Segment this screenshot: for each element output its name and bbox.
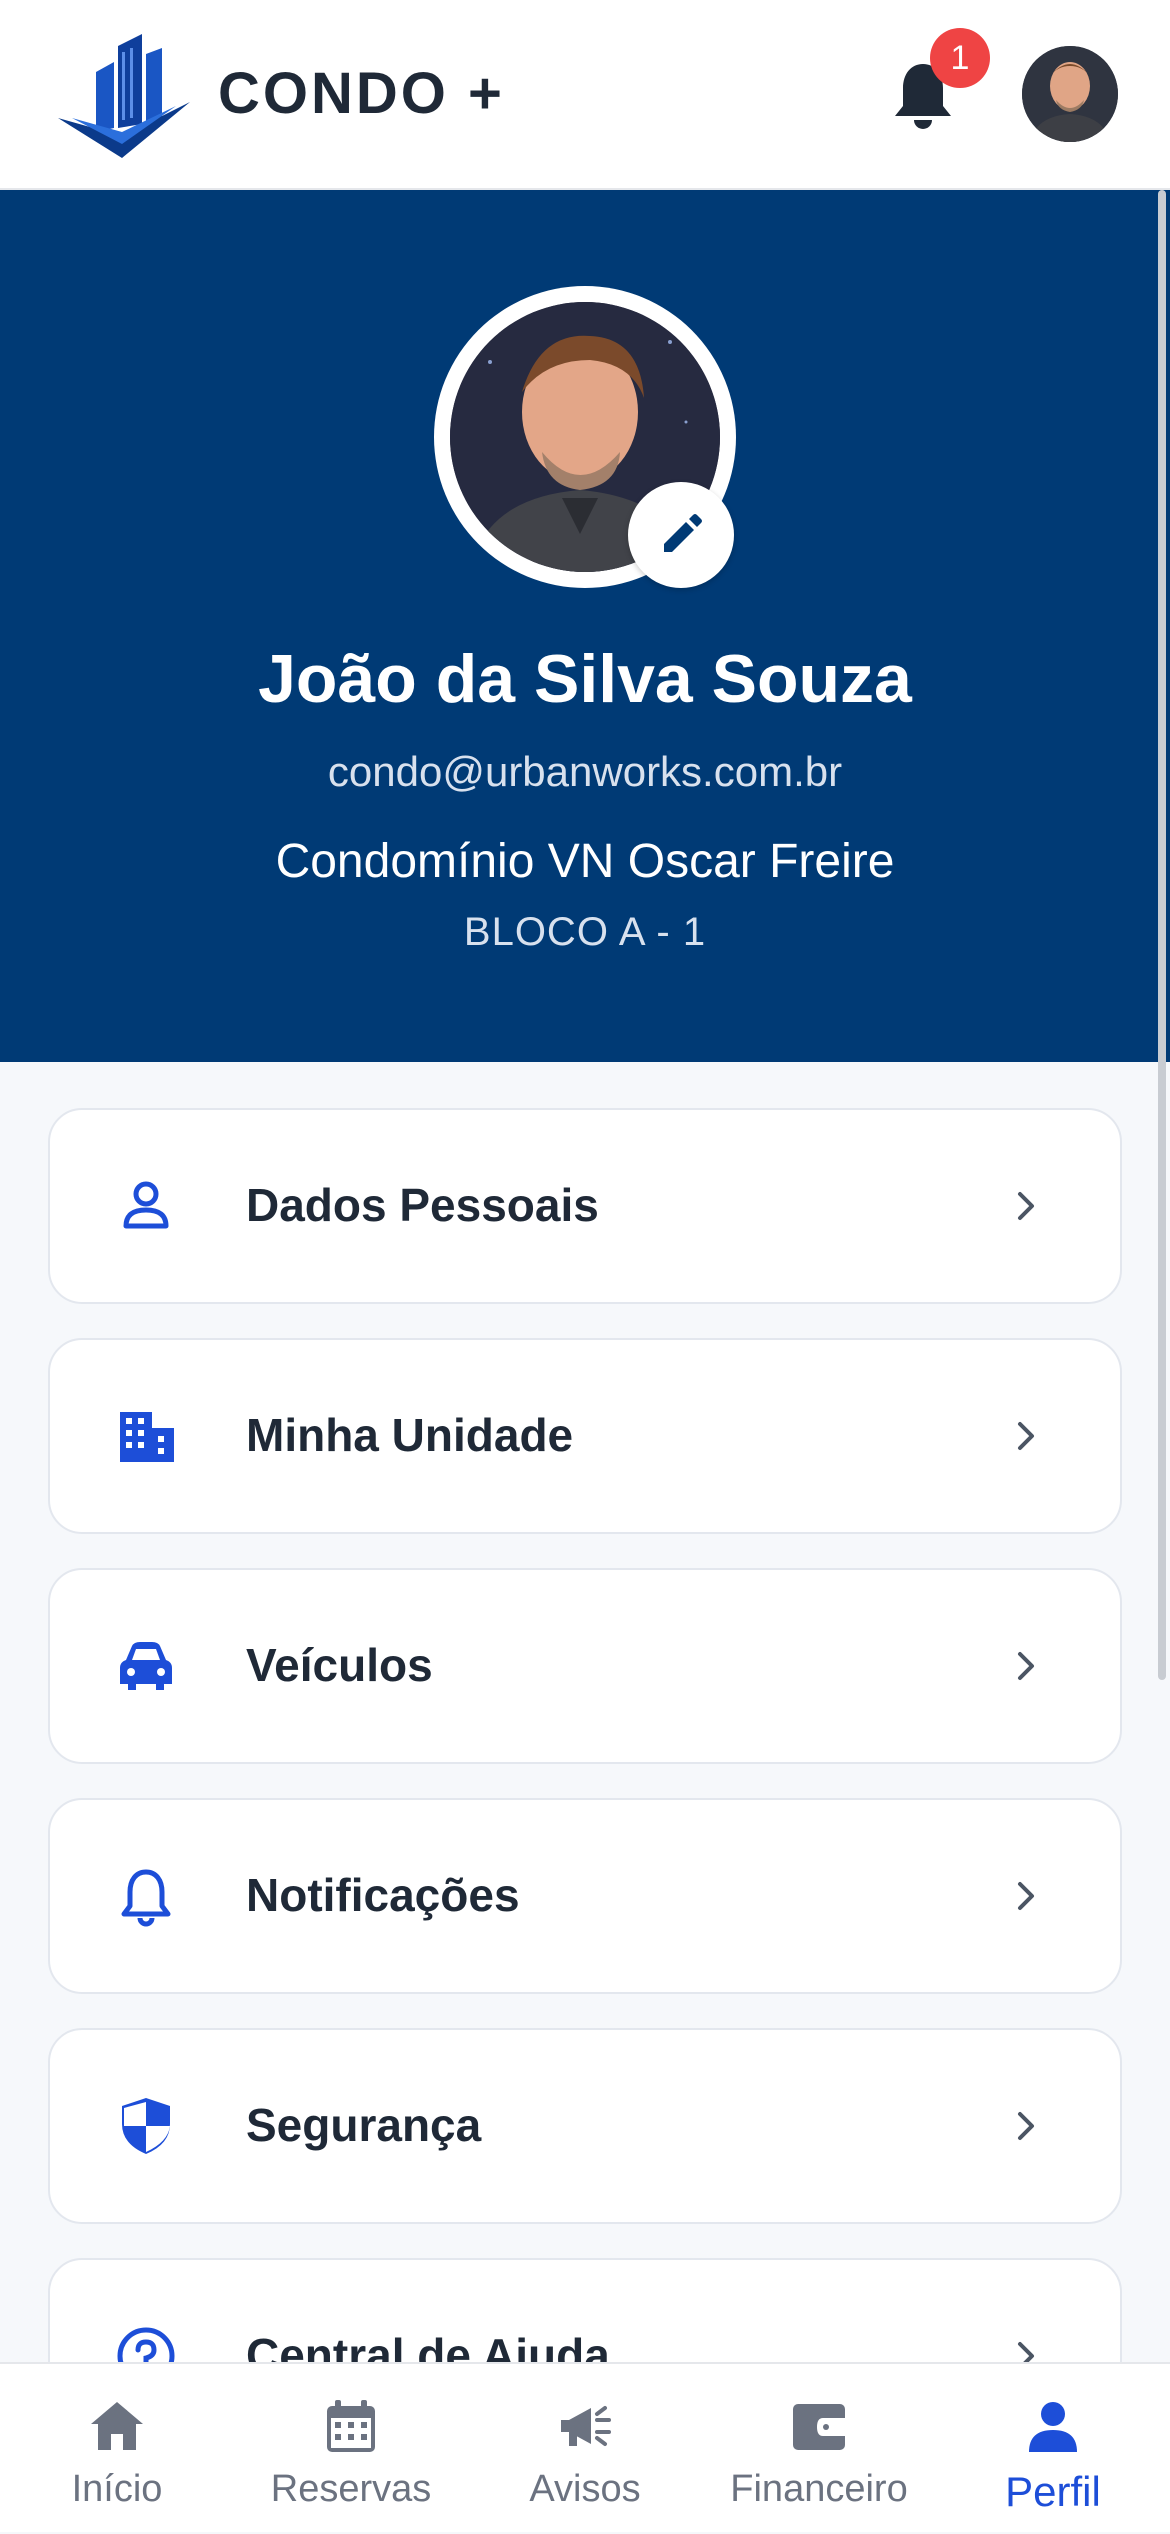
nav-item-avisos[interactable]: Avisos — [468, 2364, 702, 2534]
nav-item-perfil[interactable]: Perfil — [936, 2364, 1170, 2534]
top-bar: CONDO + 1 — [0, 0, 1170, 190]
nav-item-inicio[interactable]: Início — [0, 2364, 234, 2534]
menu-item-label: Dados Pessoais — [246, 1179, 599, 1231]
profile-condominium: Condomínio VN Oscar Freire — [275, 835, 895, 888]
chevron-right-icon — [1018, 1422, 1034, 1450]
bell-icon — [121, 1869, 171, 1927]
user-icon — [1029, 2402, 1077, 2452]
wallet-icon — [793, 2404, 845, 2450]
profile-unit: BLOCO A - 1 — [463, 910, 707, 954]
chevron-right-icon — [1018, 2112, 1034, 2140]
brand-title: CONDO + — [218, 61, 505, 126]
nav-label: Financeiro — [730, 2468, 908, 2510]
nav-item-reservas[interactable]: Reservas — [234, 2364, 468, 2534]
nav-label: Reservas — [270, 2468, 432, 2510]
scrollbar[interactable] — [1158, 190, 1166, 1680]
menu-item-label: Segurança — [246, 2099, 482, 2151]
calendar-icon — [327, 2400, 375, 2452]
menu-item-seguranca[interactable]: Segurança — [48, 2028, 1122, 2224]
menu-item-dados-pessoais[interactable]: Dados Pessoais — [48, 1108, 1122, 1304]
nav-label: Perfil — [1005, 2468, 1101, 2515]
profile-email: condo@urbanworks.com.br — [327, 748, 843, 795]
condo-logo-icon — [58, 34, 190, 158]
menu-item-minha-unidade[interactable]: Minha Unidade — [48, 1338, 1122, 1534]
bottom-navigation: Início Reservas Avisos Financeiro Perfil — [0, 2362, 1170, 2532]
avatar-photo-icon — [1022, 46, 1118, 142]
chevron-right-icon — [1018, 1882, 1034, 1910]
home-icon — [91, 2402, 143, 2450]
person-icon — [123, 1181, 169, 1229]
car-icon — [120, 1642, 172, 1690]
notification-badge: 1 — [930, 28, 990, 88]
shield-icon — [122, 2098, 170, 2154]
menu-item-notificacoes[interactable]: Notificações — [48, 1798, 1122, 1994]
building-icon — [120, 1412, 174, 1462]
edit-photo-button[interactable] — [628, 482, 734, 588]
megaphone-icon — [561, 2406, 611, 2446]
chevron-right-icon — [1018, 1192, 1034, 1220]
nav-item-financeiro[interactable]: Financeiro — [702, 2364, 936, 2534]
menu-item-veiculos[interactable]: Veículos — [48, 1568, 1122, 1764]
nav-label: Início — [71, 2468, 163, 2510]
menu-item-label: Minha Unidade — [246, 1409, 574, 1461]
user-avatar[interactable] — [1022, 46, 1118, 142]
nav-label: Avisos — [529, 2468, 641, 2510]
profile-name: João da Silva Souza — [258, 641, 912, 717]
pencil-icon — [664, 514, 702, 552]
menu-item-label: Notificações — [246, 1869, 520, 1921]
menu-item-label: Veículos — [246, 1639, 433, 1691]
chevron-right-icon — [1018, 1652, 1034, 1680]
